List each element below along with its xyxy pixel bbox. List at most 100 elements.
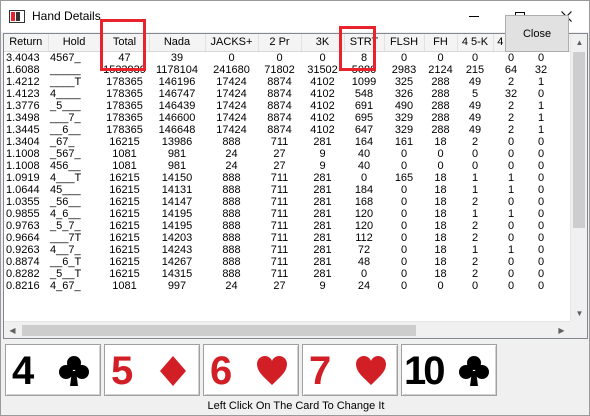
table-cell: 18 (434, 171, 447, 184)
table-cell: 997 (167, 279, 187, 292)
table-cell: 0 (400, 183, 408, 196)
column-header[interactable]: Hold (48, 34, 101, 52)
vertical-scroll-thumb[interactable] (573, 52, 585, 228)
table-cell: 0 (507, 279, 515, 292)
table-cell: 0 (537, 219, 545, 232)
table-cell: 281 (313, 231, 332, 244)
table-row[interactable]: 0.9855 4_6__ 16215 14195 888 711 281 120 0 18 1 1 0 (4, 208, 573, 220)
table-cell: 1 (537, 111, 545, 124)
table-cell: 0 (507, 135, 515, 148)
table-row[interactable]: 1.3776 _5___ 178365 146439 17424 8874 4102 691 4… (4, 100, 573, 112)
table-row[interactable]: 0.9664 ___7T 16215 14203 888 711 281 112 0 18 2 0 0 (4, 232, 573, 244)
column-header[interactable]: Nada (149, 34, 206, 52)
table-cell: 2 (507, 111, 515, 124)
table-row[interactable]: 1.0644 45___ 16215 14131 888 711 281 184 0 18 1 1 0 (4, 184, 573, 196)
table-cell: 0 (537, 147, 545, 160)
table-cell: _56__ (50, 195, 81, 208)
vertical-scrollbar[interactable]: ▲ ▼ (570, 34, 587, 322)
table-cell: 45___ (50, 183, 81, 196)
table-cell: _67_ (50, 135, 75, 148)
horizontal-scroll-thumb[interactable] (22, 325, 416, 336)
column-header[interactable]: FH (424, 34, 458, 52)
table-cell: 711 (270, 255, 289, 268)
table-cell: 1 (471, 183, 479, 196)
table-cell: 981 (167, 147, 187, 160)
table-cell: 49 (468, 123, 482, 136)
table-cell: 0 (537, 51, 545, 64)
table-cell: ___7T (50, 231, 82, 244)
column-header[interactable]: 4 5-K (457, 34, 494, 52)
table-cell: 9 (319, 279, 326, 292)
diamond-icon (160, 356, 186, 386)
window-title: Hand Details (32, 9, 101, 23)
card-2[interactable]: 5 (104, 344, 200, 396)
table-cell: 981 (167, 159, 187, 172)
scroll-up-icon[interactable]: ▲ (571, 34, 587, 51)
table-row[interactable]: 1.6088 _____ 1533939 1178104 241680 71802 3150… (4, 64, 573, 76)
table-cell: 1.0644 (6, 183, 40, 196)
column-header[interactable]: Return (4, 34, 49, 52)
table-row[interactable]: 0.8282 _5__T 16215 14315 888 711 281 0 0 18 2 0 0 (4, 268, 573, 280)
table-cell: 0 (471, 51, 479, 64)
table-cell: 711 (270, 135, 289, 148)
hand-results-grid[interactable]: Return Hold Total Nada JACKS+ 2 Pr 3K STRT FLSH F… (3, 33, 588, 339)
card-5[interactable]: 10 (401, 344, 497, 396)
table-cell: 0 (400, 255, 408, 268)
horizontal-scrollbar[interactable]: ◀ ▶ (4, 321, 570, 338)
table-cell: 0 (507, 219, 515, 232)
table-cell: 16215 (109, 171, 140, 184)
scroll-down-icon[interactable]: ▼ (571, 305, 587, 322)
table-cell: 178365 (106, 75, 143, 88)
table-cell: _____ (50, 63, 81, 76)
table-cell: 16215 (109, 243, 140, 256)
table-cell: 1.4123 (6, 87, 40, 100)
card-selector: 4 5 6 7 10 (3, 341, 588, 399)
table-row[interactable]: 1.3445 __6__ 178365 146648 17424 8874 4102 647 3… (4, 124, 573, 136)
table-row[interactable]: 1.0919 4___T 16215 14150 888 711 281 0 165 18 1 1 0 (4, 172, 573, 184)
table-row[interactable]: 1.3404 _67_ 16215 13986 888 711 281 164 161 18 2 0 0 (4, 136, 573, 148)
table-cell: 1.1008 (6, 147, 40, 160)
column-header[interactable]: 2 Pr (258, 34, 302, 52)
table-cell: 27 (273, 279, 286, 292)
table-cell: 1.6088 (6, 63, 40, 76)
table-cell: 288 (431, 111, 450, 124)
table-row[interactable]: 0.8874 __6_T 16215 14267 888 711 281 48 0 18 2 0 0 (4, 256, 573, 268)
table-row[interactable]: 0.8216 4_67_ 1081 997 24 27 9 24 0 0 0 0 0 (4, 280, 573, 292)
column-header[interactable]: JACKS+ (205, 34, 259, 52)
table-cell: 2 (471, 231, 479, 244)
column-header[interactable]: FLSH (384, 34, 425, 52)
table-cell: 1099 (351, 75, 377, 88)
table-cell: 0.8216 (6, 279, 40, 292)
table-cell: 888 (222, 183, 241, 196)
table-cell: 18 (434, 207, 447, 220)
minimize-button[interactable] (451, 1, 497, 32)
table-cell: ___7_ (50, 111, 81, 124)
table-row[interactable]: 3.4043 4567_ 47 39 0 0 0 8 0 0 0 0 0 (4, 51, 573, 64)
table-cell: 888 (222, 195, 241, 208)
table-row[interactable]: 1.4123 4____ 178365 146747 17424 8874 4102 548 3… (4, 88, 573, 100)
card-1[interactable]: 4 (5, 344, 101, 396)
scroll-right-icon[interactable]: ▶ (553, 322, 570, 338)
scroll-left-icon[interactable]: ◀ (4, 322, 21, 338)
column-header[interactable]: 3K (301, 34, 345, 52)
card-3[interactable]: 6 (203, 344, 299, 396)
table-cell: 17424 (216, 87, 247, 100)
table-cell: 18 (434, 219, 447, 232)
table-row[interactable]: 1.1008 _567_ 1081 981 24 27 9 40 0 0 0 0 0 (4, 148, 573, 160)
table-row[interactable]: 0.9263 4__7_ 16215 14243 888 711 281 72 0 18 1 1 0 (4, 244, 573, 256)
table-cell: __6_T (50, 255, 82, 268)
table-row[interactable]: 1.0355 _56__ 16215 14147 888 711 281 168 0 18 2 0 0 (4, 196, 573, 208)
table-row[interactable]: 1.4212 ____T 178365 146196 17424 8874 4102 1099… (4, 76, 573, 88)
table-cell: 17424 (216, 75, 247, 88)
close-button[interactable]: Close (505, 15, 569, 52)
table-cell: 691 (354, 99, 374, 112)
table-row[interactable]: 0.9763 _5_7_ 16215 14195 888 711 281 120 0 18 2 0 0 (4, 220, 573, 232)
title-bar[interactable]: Hand Details (1, 1, 589, 32)
card-4[interactable]: 7 (302, 344, 398, 396)
table-cell: 888 (222, 171, 241, 184)
table-cell: 0.8874 (6, 255, 40, 268)
table-row[interactable]: 1.1008 456__ 1081 981 24 27 9 40 0 0 0 0 0 (4, 160, 573, 172)
table-cell: 184 (354, 183, 374, 196)
table-row[interactable]: 1.3498 ___7_ 178365 146600 17424 8874 4102 695 3… (4, 112, 573, 124)
table-cell: 49 (468, 75, 482, 88)
